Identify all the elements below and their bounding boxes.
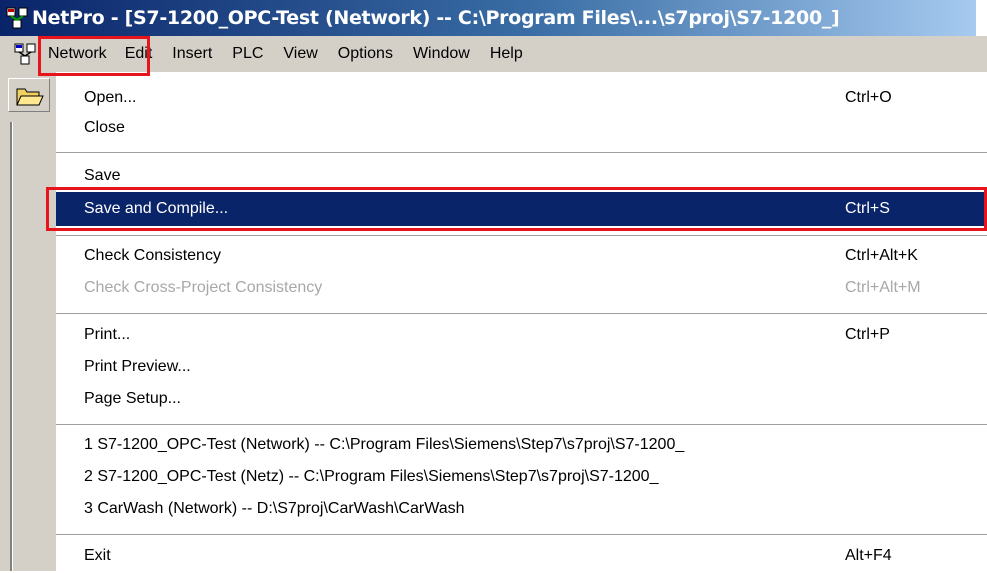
title-bar[interactable]: NetPro - [S7-1200_OPC-Test (Network) -- … [0,0,976,36]
menu-plc[interactable]: PLC [222,40,273,68]
menu-options[interactable]: Options [328,40,403,68]
menu-item-shortcut: Ctrl+P [845,326,890,343]
menu-item-label: 2 S7-1200_OPC-Test (Netz) -- C:\Program … [84,468,659,485]
menu-separator [56,152,987,154]
menu-item-save-and-compile[interactable]: Save and Compile... Ctrl+S [56,192,987,226]
menu-item-label: Save [84,167,121,184]
menu-item-label: Print... [84,326,131,343]
menu-item-recent-file-2[interactable]: 2 S7-1200_OPC-Test (Netz) -- C:\Program … [56,460,987,494]
menu-item-label: 1 S7-1200_OPC-Test (Network) -- C:\Progr… [84,436,685,453]
menu-separator [56,424,987,426]
menu-item-shortcut: Ctrl+S [845,200,890,217]
menu-item-check-cross-project-consistency: Check Cross-Project Consistency Ctrl+Alt… [56,271,987,305]
netpro-app-icon [6,7,28,29]
menu-item-page-setup[interactable]: Page Setup... [56,382,987,416]
menu-item-shortcut: Ctrl+Alt+K [845,247,918,264]
menu-separator [56,313,987,315]
open-folder-icon [16,88,44,106]
menu-item-recent-file-1[interactable]: 1 S7-1200_OPC-Test (Network) -- C:\Progr… [56,428,987,462]
menu-item-shortcut: Ctrl+Alt+M [845,279,921,296]
menu-separator [56,235,987,237]
menu-item-label: Exit [84,547,111,564]
menu-item-label: Check Consistency [84,247,221,264]
menu-edit[interactable]: Edit [115,40,163,68]
menu-item-shortcut: Alt+F4 [845,547,892,564]
menu-item-exit[interactable]: Exit Alt+F4 [56,539,987,573]
menu-view[interactable]: View [273,40,327,68]
window-title: NetPro - [S7-1200_OPC-Test (Network) -- … [32,7,840,29]
menu-item-print-preview[interactable]: Print Preview... [56,350,987,384]
menu-item-label: Close [84,119,125,136]
menu-item-print[interactable]: Print... Ctrl+P [56,318,987,352]
menu-item-label: Print Preview... [84,358,191,375]
menu-item-label: Open... [84,89,137,106]
menu-item-label: Check Cross-Project Consistency [84,279,323,296]
menu-help[interactable]: Help [480,40,533,68]
menu-item-shortcut: Ctrl+O [845,89,892,106]
open-folder-button[interactable] [8,78,50,112]
left-toolbar-strip [0,72,56,571]
menu-item-open[interactable]: Open... Ctrl+O [56,81,987,115]
left-divider [10,122,13,571]
menu-item-save[interactable]: Save [56,159,987,193]
menu-item-label: Page Setup... [84,390,181,407]
menu-item-label: Save and Compile... [84,200,229,217]
menu-item-label: 3 CarWash (Network) -- D:\S7proj\CarWash… [84,500,465,517]
menu-bar: Network Edit Insert PLC View Options Win… [0,36,987,72]
menu-insert[interactable]: Insert [162,40,222,68]
network-dropdown-menu: Open... Ctrl+O Close Save Save and Compi… [56,72,987,571]
menu-separator [56,534,987,536]
menu-item-close[interactable]: Close [56,111,987,145]
menu-network[interactable]: Network [40,40,115,68]
menu-item-recent-file-3[interactable]: 3 CarWash (Network) -- D:\S7proj\CarWash… [56,492,987,526]
netpro-menu-icon[interactable] [14,43,36,65]
menu-window[interactable]: Window [403,40,480,68]
menu-item-check-consistency[interactable]: Check Consistency Ctrl+Alt+K [56,239,987,273]
